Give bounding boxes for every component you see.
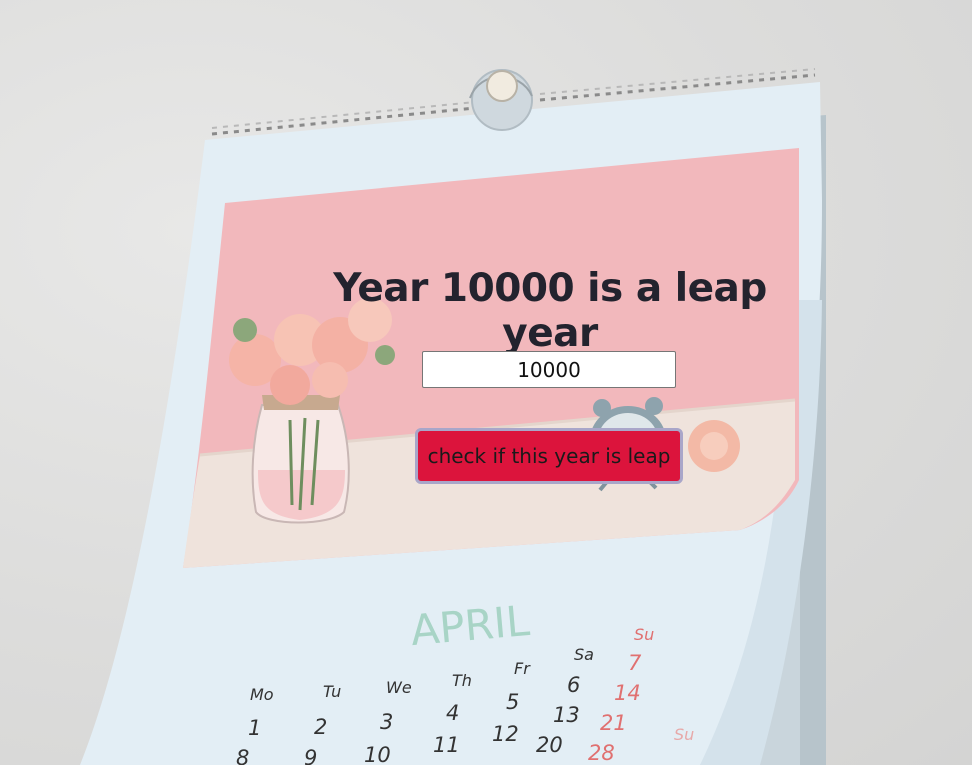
- svg-text:Su: Su: [674, 725, 694, 744]
- svg-text:4: 4: [446, 701, 459, 725]
- svg-text:Sa: Sa: [574, 645, 594, 664]
- svg-text:1: 1: [248, 716, 261, 740]
- svg-text:13: 13: [553, 703, 580, 727]
- svg-text:Su: Su: [634, 625, 654, 644]
- svg-text:14: 14: [614, 681, 641, 705]
- leap-year-result-heading: Year 10000 is a leap year: [333, 266, 767, 356]
- svg-text:28: 28: [588, 741, 615, 765]
- svg-text:12: 12: [492, 722, 519, 746]
- svg-text:8: 8: [236, 746, 249, 765]
- svg-text:9: 9: [304, 746, 317, 765]
- svg-text:21: 21: [600, 711, 627, 735]
- svg-text:10: 10: [364, 743, 391, 765]
- svg-text:We: We: [386, 678, 412, 697]
- svg-text:11: 11: [433, 733, 460, 757]
- svg-text:Th: Th: [452, 671, 472, 690]
- calendar-month-label: APRIL: [409, 596, 532, 655]
- svg-text:Mo: Mo: [250, 685, 274, 704]
- svg-text:6: 6: [567, 673, 580, 697]
- svg-text:3: 3: [380, 710, 393, 734]
- check-leap-year-button[interactable]: check if this year is leap: [415, 428, 683, 484]
- svg-text:5: 5: [506, 690, 519, 714]
- svg-text:2: 2: [314, 715, 327, 739]
- year-input[interactable]: [422, 351, 676, 388]
- svg-text:Fr: Fr: [514, 659, 531, 678]
- svg-text:Tu: Tu: [323, 682, 341, 701]
- svg-text:20: 20: [536, 733, 563, 757]
- svg-text:7: 7: [628, 651, 642, 675]
